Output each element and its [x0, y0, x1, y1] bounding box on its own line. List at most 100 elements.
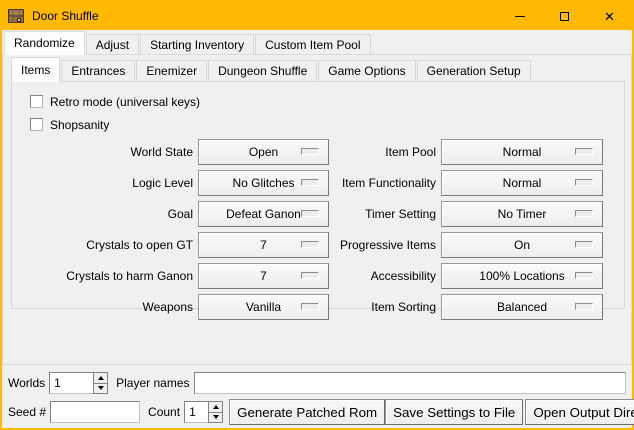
dropdown-value: Vanilla: [246, 300, 281, 314]
timer-setting-label: Timer Setting: [365, 207, 436, 221]
open-output-directory-button[interactable]: Open Output Directory: [525, 399, 634, 425]
tab-label: Custom Item Pool: [265, 38, 360, 52]
tab-label: Adjust: [96, 38, 129, 52]
dropdown-value: 7: [260, 269, 267, 283]
window-title: Door Shuffle: [32, 9, 497, 23]
retro-mode-checkbox[interactable]: Retro mode (universal keys): [30, 90, 624, 113]
tab-label: Game Options: [328, 64, 405, 78]
checkbox-icon: [30, 95, 43, 108]
dropdown-indicator-icon: [575, 241, 593, 248]
tab-adjust[interactable]: Adjust: [86, 34, 139, 54]
arrow-up-icon: [98, 376, 104, 380]
worlds-input[interactable]: [49, 372, 93, 394]
save-settings-button[interactable]: Save Settings to File: [385, 399, 523, 425]
accessibility-label: Accessibility: [371, 269, 436, 283]
generate-patched-rom-button[interactable]: Generate Patched Rom: [229, 399, 385, 425]
titlebar[interactable]: Door Shuffle ✕: [2, 2, 632, 30]
tab-generation-setup[interactable]: Generation Setup: [417, 60, 531, 81]
item-pool-label: Item Pool: [385, 145, 436, 159]
crystals-ganon-dropdown[interactable]: 7: [198, 263, 329, 289]
count-input[interactable]: [184, 401, 208, 423]
progressive-items-label: Progressive Items: [340, 238, 436, 252]
app-chest-icon: [8, 8, 24, 24]
checkbox-label: Retro mode (universal keys): [50, 95, 200, 109]
tab-label: Dungeon Shuffle: [218, 64, 307, 78]
dropdown-value: On: [514, 238, 530, 252]
arrow-up-icon: [213, 405, 219, 409]
dropdown-value: Normal: [503, 145, 542, 159]
shopsanity-checkbox[interactable]: Shopsanity: [30, 113, 624, 136]
player-names-label: Player names: [116, 376, 189, 390]
tab-randomize[interactable]: Randomize: [4, 31, 85, 55]
weapons-dropdown[interactable]: Vanilla: [198, 294, 329, 320]
dropdown-indicator-icon: [301, 272, 319, 279]
logic-level-label: Logic Level: [132, 176, 193, 190]
item-pool-dropdown[interactable]: Normal: [441, 139, 603, 165]
worlds-spinner-down-button[interactable]: [93, 384, 108, 395]
item-sorting-label: Item Sorting: [371, 300, 436, 314]
dropdown-indicator-icon: [301, 179, 319, 186]
dropdown-value: No Glitches: [232, 176, 294, 190]
worlds-spinner-up-button[interactable]: [93, 372, 108, 384]
dropdown-indicator-icon: [575, 179, 593, 186]
arrow-down-icon: [213, 415, 219, 419]
progressive-items-dropdown[interactable]: On: [441, 232, 603, 258]
tab-entrances[interactable]: Entrances: [61, 60, 135, 81]
goal-dropdown[interactable]: Defeat Ganon: [198, 201, 329, 227]
count-spinner-up-button[interactable]: [208, 401, 223, 413]
item-sorting-dropdown[interactable]: Balanced: [441, 294, 603, 320]
dropdown-indicator-icon: [301, 303, 319, 310]
close-icon: ✕: [604, 10, 615, 23]
world-state-label: World State: [131, 145, 193, 159]
tab-enemizer[interactable]: Enemizer: [136, 60, 207, 81]
dropdown-value: No Timer: [498, 207, 547, 221]
tab-starting-inventory[interactable]: Starting Inventory: [140, 34, 254, 54]
close-button[interactable]: ✕: [587, 2, 632, 30]
tab-label: Entrances: [71, 64, 125, 78]
dropdown-indicator-icon: [575, 148, 593, 155]
weapons-label: Weapons: [143, 300, 193, 314]
checkbox-label: Shopsanity: [50, 118, 109, 132]
timer-setting-dropdown[interactable]: No Timer: [441, 201, 603, 227]
seed-label: Seed #: [8, 405, 46, 419]
tab-items[interactable]: Items: [11, 57, 60, 82]
crystals-gt-dropdown[interactable]: 7: [198, 232, 329, 258]
dropdown-value: Balanced: [497, 300, 547, 314]
dropdown-value: Defeat Ganon: [226, 207, 301, 221]
dropdown-value: Normal: [503, 176, 542, 190]
checkbox-icon: [30, 118, 43, 131]
tab-dungeon-shuffle[interactable]: Dungeon Shuffle: [208, 60, 317, 81]
minimize-button[interactable]: [497, 2, 542, 30]
tab-label: Randomize: [14, 36, 75, 50]
dropdown-indicator-icon: [575, 210, 593, 217]
dropdown-value: 100% Locations: [479, 269, 564, 283]
crystals-gt-label: Crystals to open GT: [86, 238, 193, 252]
logic-level-dropdown[interactable]: No Glitches: [198, 170, 329, 196]
world-state-dropdown[interactable]: Open: [198, 139, 329, 165]
items-panel: Retro mode (universal keys) Shopsanity W…: [11, 81, 625, 309]
door-shuffle-window: Door Shuffle ✕ Randomize Adjust Starting…: [0, 0, 634, 430]
tab-label: Enemizer: [146, 64, 197, 78]
goal-label: Goal: [168, 207, 193, 221]
tab-game-options[interactable]: Game Options: [318, 60, 415, 81]
item-functionality-label: Item Functionality: [342, 176, 436, 190]
seed-input[interactable]: [50, 401, 140, 423]
player-names-input[interactable]: [194, 372, 627, 394]
dropdown-indicator-icon: [301, 241, 319, 248]
worlds-spinner: [49, 372, 108, 394]
dropdown-indicator-icon: [301, 148, 319, 155]
maximize-button[interactable]: [542, 2, 587, 30]
item-functionality-dropdown[interactable]: Normal: [441, 170, 603, 196]
minimize-icon: [515, 16, 525, 17]
accessibility-dropdown[interactable]: 100% Locations: [441, 263, 603, 289]
main-tab-bar: Randomize Adjust Starting Inventory Cust…: [2, 30, 632, 54]
dropdown-indicator-icon: [575, 272, 593, 279]
count-spinner-down-button[interactable]: [208, 413, 223, 424]
dropdown-value: Open: [249, 145, 278, 159]
randomize-panel: Items Entrances Enemizer Dungeon Shuffle…: [2, 54, 632, 365]
tab-custom-item-pool[interactable]: Custom Item Pool: [255, 34, 370, 54]
sub-tab-bar: Items Entrances Enemizer Dungeon Shuffle…: [3, 56, 631, 81]
count-label: Count: [148, 405, 180, 419]
dropdown-indicator-icon: [301, 210, 319, 217]
dropdown-indicator-icon: [575, 303, 593, 310]
